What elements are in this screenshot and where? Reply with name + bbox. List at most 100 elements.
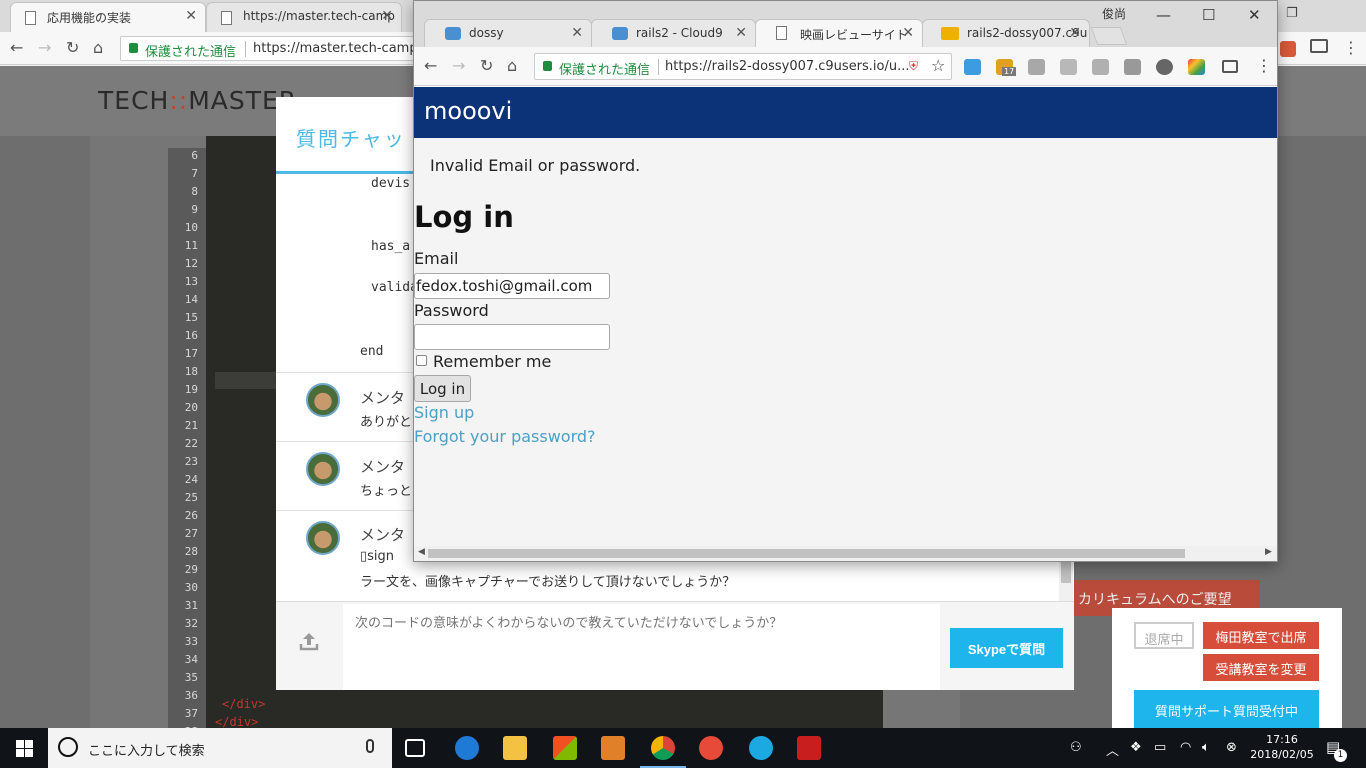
- brand-logo[interactable]: mooovi: [424, 97, 512, 125]
- change-classroom-button[interactable]: 受講教室を変更: [1203, 654, 1319, 681]
- home-icon[interactable]: ⌂: [507, 56, 517, 75]
- volume-icon[interactable]: 🔈︎: [1202, 740, 1210, 755]
- new-tab-button[interactable]: [1090, 27, 1128, 45]
- login-button[interactable]: Log in: [414, 375, 471, 402]
- back-icon[interactable]: ←: [424, 56, 437, 75]
- reload-icon[interactable]: ↻: [480, 56, 493, 75]
- cloud9-icon: [445, 27, 461, 40]
- forward-icon[interactable]: →: [452, 56, 465, 75]
- task-view-icon[interactable]: [405, 739, 425, 757]
- colorful-extension-icon[interactable]: [1188, 59, 1205, 75]
- skype-question-button[interactable]: Skypeで質問: [950, 628, 1063, 668]
- wifi-icon[interactable]: ◠: [1180, 740, 1191, 755]
- message-text: ありがと: [360, 415, 413, 430]
- forgot-password-link[interactable]: Forgot your password?: [414, 427, 596, 446]
- question-support-button[interactable]: 質問サポート質問受付中: [1134, 690, 1319, 730]
- dropbox-tray-icon[interactable]: ❖: [1130, 740, 1142, 755]
- scroll-left-icon[interactable]: ◀: [418, 547, 425, 557]
- password-field[interactable]: [414, 324, 610, 350]
- upload-icon[interactable]: [298, 630, 320, 652]
- avatar: [306, 452, 340, 486]
- close-window-icon[interactable]: ✕: [1248, 6, 1261, 24]
- cube-icon[interactable]: [1060, 59, 1077, 75]
- menu-icon[interactable]: ⋮: [1343, 38, 1359, 57]
- extension-icon[interactable]: [1280, 41, 1296, 57]
- home-icon[interactable]: ⌂: [93, 38, 103, 57]
- microphone-icon[interactable]: [366, 739, 374, 753]
- scroll-right-icon[interactable]: ▶: [1265, 547, 1272, 557]
- acrobat-icon[interactable]: [797, 736, 821, 760]
- bg-url: https://master.tech-camp.: [253, 41, 422, 56]
- phpmyadmin-icon: [941, 27, 959, 40]
- fg-tab-dossy[interactable]: dossy ✕: [424, 19, 592, 47]
- download-icon[interactable]: [1092, 59, 1109, 75]
- fg-address-bar[interactable]: 保護された通信 https://rails2-dossy007.c9users.…: [534, 53, 952, 80]
- people-icon[interactable]: ⚇: [1070, 740, 1082, 755]
- camera-app-icon[interactable]: [699, 736, 723, 760]
- question-textarea[interactable]: [343, 604, 940, 690]
- bg-tab-1[interactable]: 応用機能の実装 ✕: [10, 2, 206, 32]
- gear-extension-icon[interactable]: [1124, 59, 1141, 75]
- scroll-thumb[interactable]: [1061, 561, 1071, 583]
- bg-address-bar[interactable]: 保護された通信 https://master.tech-camp.: [120, 36, 422, 61]
- fg-tab-phpmyadmin[interactable]: rails2-dossy007.c9u ✕: [922, 19, 1090, 47]
- reload-icon[interactable]: ↻: [66, 38, 79, 57]
- line-number: 8: [191, 185, 198, 198]
- lock-icon: [543, 61, 552, 71]
- message-author: メンタ: [360, 526, 406, 544]
- skype-icon[interactable]: [749, 736, 773, 760]
- profile-name[interactable]: 俊尚: [1102, 5, 1126, 22]
- film-icon[interactable]: [1156, 59, 1173, 75]
- absent-button[interactable]: 退席中: [1134, 622, 1194, 649]
- bookmark-star-icon[interactable]: ☆: [931, 56, 945, 75]
- tech-master-logo[interactable]: TECH::MASTER: [98, 86, 297, 115]
- fg-tab-movie-review[interactable]: 映画レビューサイト ✕: [755, 19, 923, 47]
- dropbox-icon[interactable]: [1028, 59, 1045, 75]
- email-field[interactable]: [414, 273, 610, 299]
- back-icon[interactable]: ←: [10, 38, 23, 57]
- close-circle-icon[interactable]: ⊗: [1226, 740, 1237, 755]
- line-number: 32: [184, 617, 198, 630]
- scroll-thumb[interactable]: [428, 549, 1185, 558]
- close-icon[interactable]: ✕: [902, 25, 914, 41]
- store-icon[interactable]: [553, 736, 577, 760]
- start-pane: [25, 749, 33, 757]
- fg-tab-cloud9[interactable]: rails2 - Cloud9 ✕: [591, 19, 756, 47]
- windows-start-icon[interactable]: [16, 740, 34, 758]
- menu-icon[interactable]: ⋮: [1256, 56, 1272, 75]
- line-number: 29: [184, 563, 198, 576]
- video-app-icon[interactable]: [601, 736, 625, 760]
- battery-icon[interactable]: ▭: [1154, 740, 1166, 755]
- code-line: valida: [371, 280, 418, 295]
- show-hidden-icons[interactable]: ︿: [1106, 740, 1119, 759]
- shield-icon[interactable]: ⛨: [909, 59, 918, 74]
- cast-icon[interactable]: [1222, 60, 1238, 73]
- umeda-attend-button[interactable]: 梅田教室で出席: [1203, 622, 1319, 649]
- icloud-icon[interactable]: [964, 59, 981, 75]
- forward-icon[interactable]: →: [38, 38, 51, 57]
- taskbar-search[interactable]: ここに入力して検索: [48, 728, 392, 768]
- line-number: 11: [184, 239, 198, 252]
- file-explorer-icon[interactable]: [503, 736, 527, 760]
- horizontal-scrollbar[interactable]: ◀ ▶: [414, 546, 1277, 561]
- clock[interactable]: 17:16 2018/02/05: [1250, 732, 1314, 762]
- close-icon[interactable]: ✕: [571, 25, 583, 41]
- cast-icon[interactable]: [1310, 39, 1328, 53]
- close-icon[interactable]: ✕: [735, 25, 747, 41]
- chat-scrollbar[interactable]: [1059, 559, 1073, 601]
- line-number: 30: [184, 581, 198, 594]
- sign-up-link[interactable]: Sign up: [414, 403, 474, 422]
- close-icon[interactable]: ✕: [1069, 25, 1081, 41]
- search-placeholder: ここに入力して検索: [88, 744, 205, 759]
- secure-label: 保護された通信: [145, 45, 237, 60]
- restore-icon[interactable]: ❐: [1286, 6, 1298, 21]
- close-icon[interactable]: ✕: [381, 8, 393, 24]
- remember-me-checkbox[interactable]: [416, 355, 427, 366]
- close-icon[interactable]: ✕: [185, 8, 197, 24]
- maximize-icon[interactable]: ☐: [1202, 6, 1215, 24]
- bg-tab-2[interactable]: https://master.tech-camp ✕: [206, 2, 402, 32]
- edge-icon[interactable]: [455, 736, 479, 760]
- minimize-icon[interactable]: —: [1156, 6, 1171, 24]
- line-number: 19: [184, 383, 198, 396]
- chrome-icon[interactable]: [651, 736, 675, 760]
